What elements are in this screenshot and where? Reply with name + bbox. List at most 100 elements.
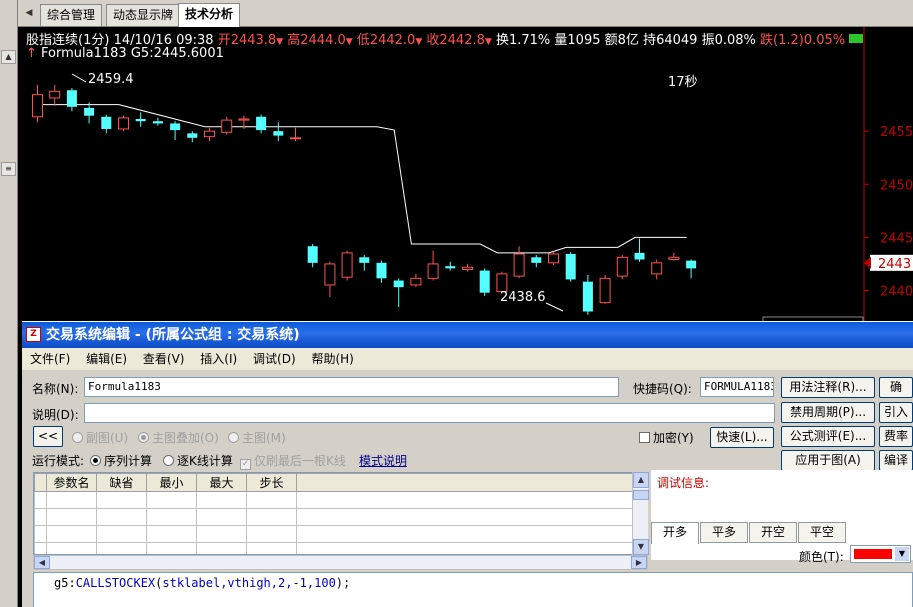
candle-body-down xyxy=(376,262,387,279)
quick-button[interactable]: 快速(L)... xyxy=(710,427,774,448)
last-kline-checkbox[interactable]: ✓ 仅刷最后一根K线 xyxy=(240,452,346,470)
run-mode-label: 运行模式: xyxy=(32,454,85,468)
y-tick-label: 2450 xyxy=(880,178,913,193)
compile-button[interactable]: 编译 xyxy=(879,450,913,471)
disable-period-button[interactable]: 禁用周期(P)... xyxy=(781,402,875,423)
sequence-calc-radio[interactable]: 序列计算 xyxy=(90,452,152,469)
scroll-down-icon[interactable]: ▼ xyxy=(633,539,649,555)
scroll-up-icon[interactable]: ▲ xyxy=(1,50,16,64)
col-param-name: 参数名 xyxy=(46,473,97,492)
candle-body-up xyxy=(221,119,233,133)
tab-dynamic-board[interactable]: 动态显示牌 xyxy=(106,4,181,26)
high-arrow-icon: ▼ xyxy=(345,37,353,47)
signal-tabs: 开多 平多 开空 平空 xyxy=(651,522,913,544)
name-label: 名称(N): xyxy=(32,382,79,396)
encrypt-label: 加密(Y) xyxy=(653,431,694,445)
candle-body-up xyxy=(496,273,508,293)
tab-close-long[interactable]: 平多 xyxy=(700,522,748,543)
candle-body-down xyxy=(686,260,697,269)
scroll-left-icon[interactable]: ◀ xyxy=(34,556,50,569)
parameter-vertical-scrollbar[interactable]: ▲ ▼ xyxy=(632,472,649,555)
candle-body-down xyxy=(256,116,267,131)
tab-open-long[interactable]: 开多 xyxy=(651,522,699,544)
high-label-pointer xyxy=(71,73,87,83)
candle-body-up xyxy=(341,252,353,278)
parameter-grid-header: 参数名 缺省 最小 最大 步长 xyxy=(34,473,637,492)
candle-body-down xyxy=(307,246,318,263)
description-input[interactable] xyxy=(84,403,775,423)
formula-code-editor[interactable]: g5:CALLSTOCKEX(stklabel,vthigh,2,-1,100)… xyxy=(33,572,913,607)
collapse-button[interactable]: << xyxy=(33,426,63,447)
tab-comprehensive[interactable]: 综合管理 xyxy=(40,4,103,26)
candle-body-up xyxy=(118,117,129,130)
table-row[interactable] xyxy=(34,491,637,509)
confirm-button[interactable]: 确 xyxy=(879,377,913,398)
candle-body-down xyxy=(152,121,163,124)
candle-body-down xyxy=(634,252,645,260)
main-overlay-radio[interactable]: 主图叠加(O) xyxy=(138,429,219,446)
col-default: 缺省 xyxy=(96,473,147,492)
color-swatch xyxy=(854,549,892,559)
apply-to-chart-button[interactable]: 应用于图(A) xyxy=(781,450,875,471)
candle-body-up xyxy=(410,277,422,286)
panel-toggle-icon[interactable]: ≡ xyxy=(1,162,16,176)
menu-edit[interactable]: 编辑(E) xyxy=(86,348,127,370)
scroll-thumb[interactable] xyxy=(633,490,649,500)
scroll-up-icon[interactable]: ▲ xyxy=(633,472,649,488)
y-tick-label: 2445 xyxy=(880,231,913,246)
app-icon: Z xyxy=(26,327,41,342)
tab-open-short[interactable]: 开空 xyxy=(749,522,797,543)
table-row[interactable] xyxy=(34,525,637,543)
candle-body-down xyxy=(187,133,198,138)
tab-close-short[interactable]: 平空 xyxy=(798,522,846,543)
last-kline-label: 仅刷最后一根K线 xyxy=(254,454,346,468)
candle-body-down xyxy=(445,266,456,269)
menu-file[interactable]: 文件(F) xyxy=(30,348,70,370)
fee-rate-button[interactable]: 费率 xyxy=(879,426,913,447)
main-chart-radio[interactable]: 主图(M) xyxy=(228,429,286,446)
menu-view[interactable]: 查看(V) xyxy=(143,348,185,370)
low-price: 低2442.0 xyxy=(356,33,416,48)
candle-body-up xyxy=(32,94,43,118)
candle-body-up xyxy=(513,253,525,277)
formula-evaluate-button[interactable]: 公式测评(E)... xyxy=(781,426,875,447)
open-price: 开2443.8 xyxy=(217,33,277,48)
table-row[interactable] xyxy=(34,542,637,554)
candle-body-down xyxy=(170,123,181,131)
scroll-right-icon[interactable]: ▶ xyxy=(631,556,647,569)
candle-body-up xyxy=(324,263,336,286)
candle-body-down xyxy=(565,253,576,280)
high-price: 高2444.0 xyxy=(287,33,346,48)
candle-body-down xyxy=(66,90,77,107)
close-arrow-icon: ▼ xyxy=(484,37,492,47)
name-input[interactable]: Formula1183 xyxy=(84,377,619,397)
open-interest: 持64049 xyxy=(643,33,698,48)
formula-info-line: ↑ Formula1183 G5:2445.6001 xyxy=(26,46,224,61)
candle-body-down xyxy=(479,270,490,293)
table-row[interactable] xyxy=(34,508,637,526)
mode-description-link[interactable]: 模式说明 xyxy=(359,452,407,469)
volume: 量1095 xyxy=(554,33,601,48)
candlestick-chart[interactable]: 2455 2450 2445 2440 2443 股指连续(1分) 14/10/16 0… xyxy=(18,27,913,322)
step-calc-radio[interactable]: 逐K线计算 xyxy=(163,452,233,469)
sub-chart-radio[interactable]: 副图(U) xyxy=(72,429,128,446)
parameter-horizontal-scrollbar[interactable]: ◀ ▶ xyxy=(33,555,648,570)
turnover-rate: 换1.71% xyxy=(495,33,551,48)
top-tab-bar: ◀ 综合管理 动态显示牌 技术分析 xyxy=(18,0,913,27)
menu-debug[interactable]: 调试(D) xyxy=(253,348,296,370)
tab-scroll-left-icon[interactable]: ◀ xyxy=(22,6,36,20)
parameter-grid[interactable]: 参数名 缺省 最小 最大 步长 xyxy=(33,472,648,555)
menu-insert[interactable]: 插入(I) xyxy=(200,348,237,370)
g5-line xyxy=(33,104,687,254)
menu-help[interactable]: 帮助(H) xyxy=(311,348,353,370)
import-button[interactable]: 引入 xyxy=(879,402,913,423)
candle-body-up xyxy=(599,277,611,304)
shortcut-input[interactable]: FORMULA1183 xyxy=(700,377,774,397)
dialog-title-bar[interactable]: Z 交易系统编辑 - (所属公式组 : 交易系统) xyxy=(22,322,913,348)
encrypt-checkbox[interactable]: 加密(Y) xyxy=(639,429,694,446)
color-select[interactable]: ▼ xyxy=(850,545,911,563)
tab-technical-analysis[interactable]: 技术分析 xyxy=(178,3,241,27)
usage-notes-button[interactable]: 用法注释(R)... xyxy=(781,377,875,398)
open-arrow-icon: ▼ xyxy=(276,37,284,47)
close-price: 收2442.8 xyxy=(426,33,485,48)
